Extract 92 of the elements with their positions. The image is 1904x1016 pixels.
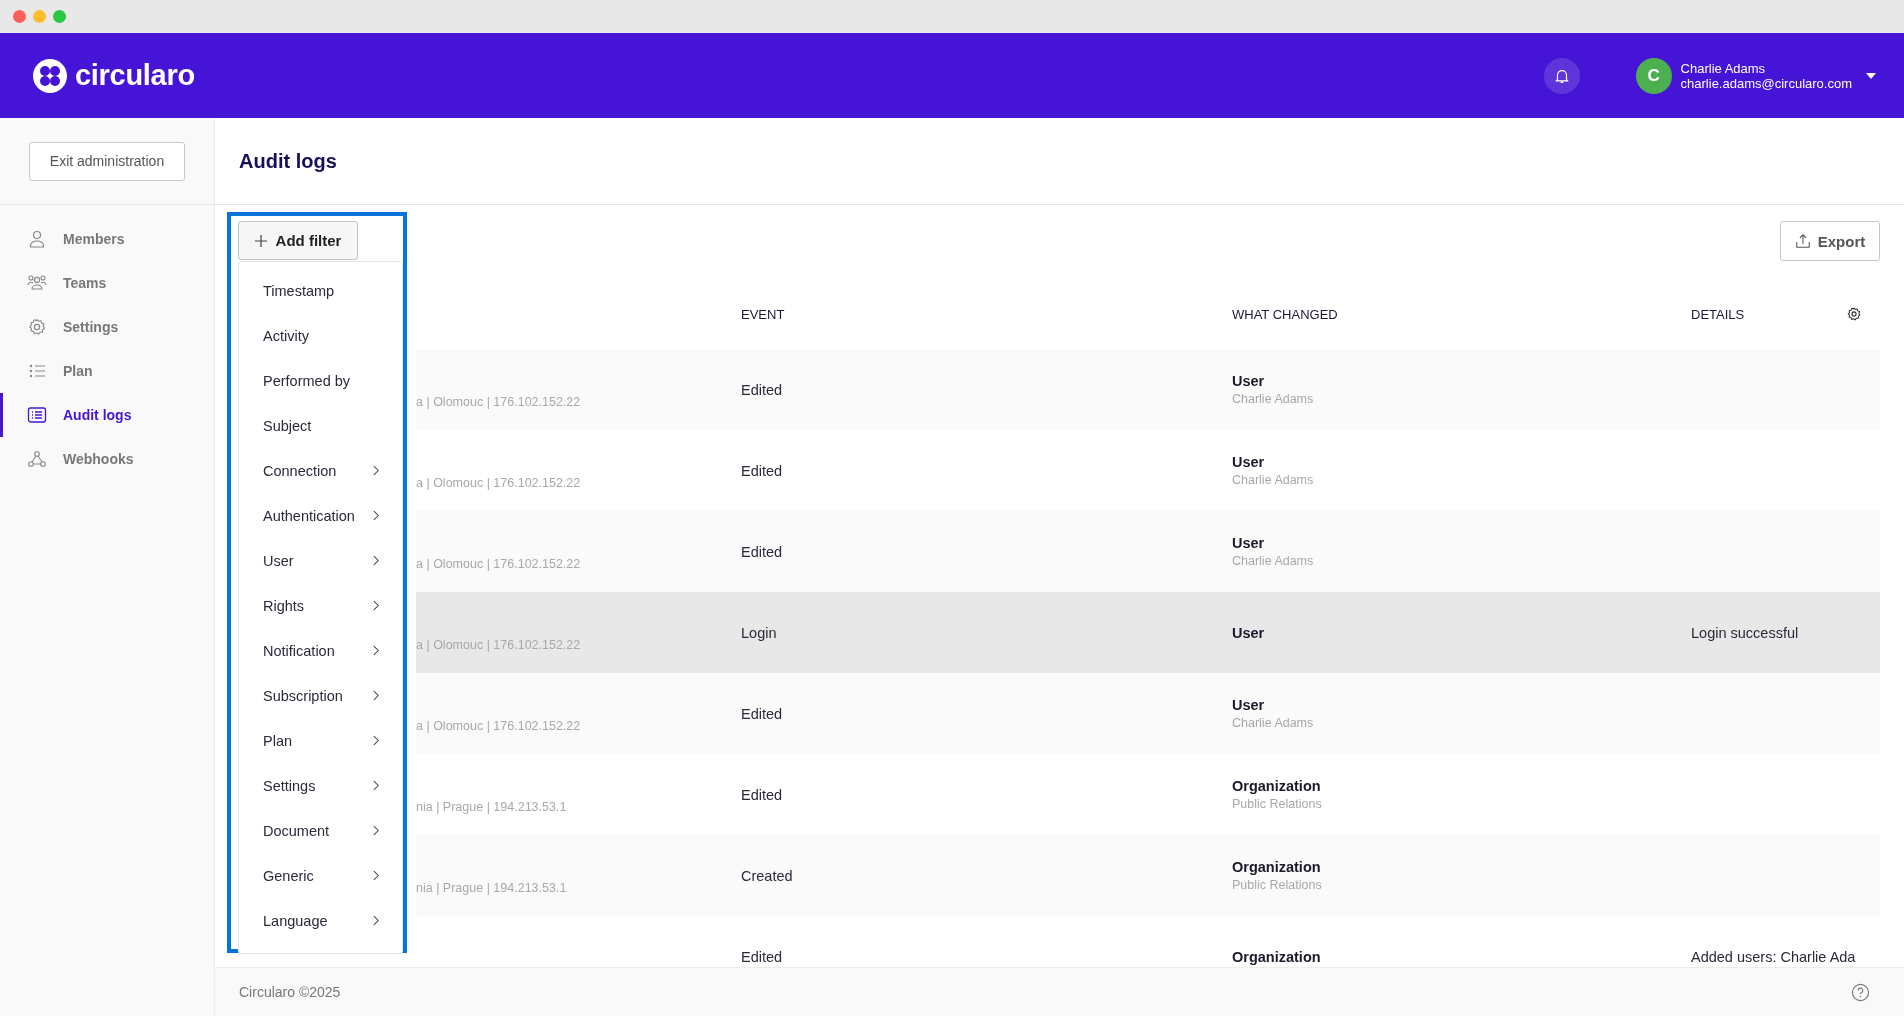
dropdown-caret-icon[interactable]: [1866, 72, 1876, 79]
page-title: Audit logs: [239, 149, 337, 173]
event-text: Edited: [741, 543, 783, 560]
menu-item[interactable]: Activity: [239, 313, 402, 358]
brand-name: circularo: [75, 59, 195, 92]
chevron-right-icon: [373, 735, 380, 746]
chevron-right-icon: [373, 600, 380, 611]
subject-detail: Charlie Adams: [1232, 392, 1315, 406]
event-text: Created: [741, 867, 793, 884]
gear-icon: [27, 317, 47, 337]
exit-administration-button[interactable]: Exit administration: [29, 141, 185, 181]
list-icon: [27, 405, 47, 425]
chevron-right-icon: [373, 510, 380, 521]
subject-text: Organization: [1232, 859, 1322, 875]
location-text: a | Olomouc | 176.102.152.22: [416, 637, 581, 652]
sidebar-item[interactable]: Teams: [0, 261, 214, 305]
menu-item[interactable]: Subscription: [239, 673, 402, 718]
subject-detail: Charlie Adams: [1232, 554, 1315, 568]
subject-detail: Charlie Adams: [1232, 716, 1315, 730]
table-row[interactable]: a | Olomouc | 176.102.152.22 Edited User Charlie Adams: [416, 511, 1880, 592]
subject-text: Organization: [1232, 778, 1322, 794]
chevron-right-icon: [373, 690, 380, 701]
subject-text: User: [1232, 624, 1266, 641]
event-text: Edited: [741, 381, 783, 398]
menu-item[interactable]: Subject: [239, 403, 402, 448]
details-text: Added users: Charlie Ada: [1691, 948, 1856, 965]
event-text: Edited: [741, 786, 783, 803]
sidebar-item[interactable]: Webhooks: [0, 437, 214, 481]
location-text: a | Olomouc | 176.102.152.22: [416, 475, 581, 490]
event-text: Login: [741, 624, 777, 641]
chevron-right-icon: [373, 555, 380, 566]
sidebar-item[interactable]: Settings: [0, 305, 214, 349]
table-row[interactable]: a | Olomouc | 176.102.152.22 Login User Login successful: [416, 592, 1880, 673]
subject-detail: Charlie Adams: [1232, 473, 1315, 487]
menu-item[interactable]: Plan: [239, 718, 402, 763]
subject-text: Organization: [1232, 948, 1322, 965]
event-text: Edited: [741, 948, 783, 965]
menu-item[interactable]: Settings: [239, 763, 402, 808]
chevron-right-icon: [373, 645, 380, 656]
webhook-icon: [27, 449, 47, 469]
logo-icon: [33, 58, 67, 93]
person-icon: [27, 229, 47, 249]
chevron-right-icon: [373, 870, 380, 881]
location-text: a | Olomouc | 176.102.152.22: [416, 556, 581, 571]
event-text: Edited: [741, 462, 783, 479]
settings-icon[interactable]: [1846, 306, 1862, 322]
subject-text: User: [1232, 697, 1266, 713]
close-window-icon[interactable]: [13, 10, 26, 23]
menu-item[interactable]: Generic: [239, 853, 402, 898]
plus-icon: [254, 234, 267, 247]
subject-detail: Public Relations: [1232, 797, 1323, 811]
export-button[interactable]: Export: [1780, 221, 1880, 261]
sidebar-item[interactable]: Plan: [0, 349, 214, 393]
notifications-button[interactable]: [1543, 57, 1580, 94]
details-text: Login successful: [1691, 624, 1799, 641]
menu-item[interactable]: Notification: [239, 628, 402, 673]
chevron-right-icon: [373, 915, 380, 926]
menu-item[interactable]: Connection: [239, 448, 402, 493]
sidebar-item[interactable]: Members: [0, 217, 214, 261]
menu-item[interactable]: Timestamp: [239, 268, 402, 313]
subject-detail: Public Relations: [1232, 878, 1323, 892]
user-email: charlie.adams@circularo.com: [1680, 75, 1852, 91]
location-text: nia | Prague | 194.213.53.1: [416, 880, 567, 895]
subject-text: User: [1232, 454, 1266, 470]
help-icon[interactable]: [1851, 982, 1870, 1002]
menu-item[interactable]: Rights: [239, 583, 402, 628]
subject-text: User: [1232, 373, 1266, 389]
user-name: Charlie Adams: [1680, 60, 1767, 76]
table-row[interactable]: a | Olomouc | 176.102.152.22 Edited User Charlie Adams: [416, 673, 1880, 754]
column-header: WHAT CHANGED: [1232, 306, 1339, 322]
location-text: a | Olomouc | 176.102.152.22: [416, 718, 581, 733]
table-row[interactable]: a | Olomouc | 176.102.152.22 Edited User Charlie Adams: [416, 349, 1880, 430]
menu-item[interactable]: User: [239, 538, 402, 583]
people-icon: [27, 273, 47, 293]
location-text: nia | Prague | 194.213.53.1: [416, 799, 567, 814]
event-text: Edited: [741, 705, 783, 722]
location-text: a | Olomouc | 176.102.152.22: [416, 394, 581, 409]
copyright-text: Circularo ©2025: [239, 984, 341, 1000]
table-row[interactable]: nia | Prague | 194.213.53.1 Created Organization Public Relations: [416, 835, 1880, 916]
chevron-right-icon: [373, 825, 380, 836]
menu-item[interactable]: Authentication: [239, 493, 402, 538]
menu-item[interactable]: Language: [239, 898, 402, 943]
menu-item[interactable]: Performed by: [239, 358, 402, 403]
menu-item[interactable]: Document: [239, 808, 402, 853]
upload-icon: [1794, 233, 1811, 249]
chevron-right-icon: [373, 780, 380, 791]
column-header: DETAILS: [1691, 306, 1746, 322]
subject-text: User: [1232, 535, 1266, 551]
column-header: EVENT: [741, 306, 786, 322]
add-filter-button[interactable]: Add filter: [238, 221, 358, 260]
sidebar-item[interactable]: Audit logs: [0, 393, 214, 437]
chevron-right-icon: [373, 465, 380, 476]
